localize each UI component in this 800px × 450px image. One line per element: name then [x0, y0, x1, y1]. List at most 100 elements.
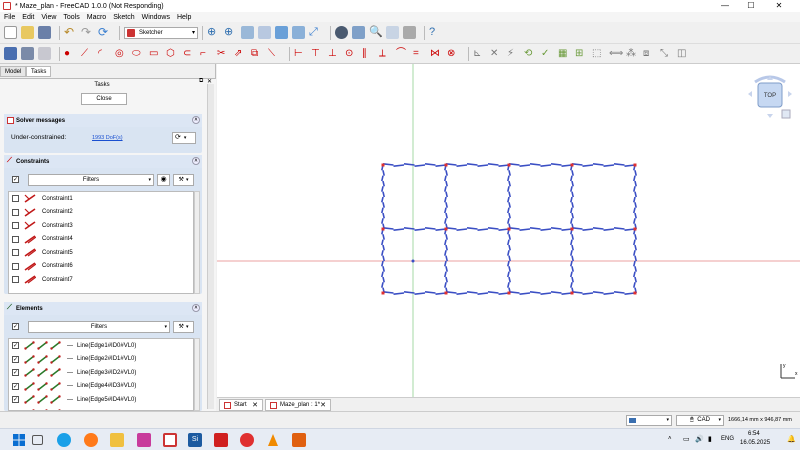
edge-icon[interactable]	[24, 382, 35, 391]
menu-help[interactable]: Help	[177, 14, 191, 21]
maze-segment[interactable]	[508, 191, 511, 198]
constraint-checkbox[interactable]	[12, 276, 19, 284]
maze-segment[interactable]	[634, 234, 637, 240]
maze-segment[interactable]	[633, 260, 636, 267]
menu-tools[interactable]: Tools	[63, 14, 79, 21]
equal-constraint-icon[interactable]: =	[413, 47, 426, 60]
constraint-point[interactable]	[507, 227, 511, 231]
solver-messages-header[interactable]: Solver messages ˄	[4, 114, 202, 127]
menu-macro[interactable]: Macro	[87, 14, 106, 21]
dof-link[interactable]: 1993 DoF(s)	[92, 135, 123, 141]
conic-icon[interactable]: ⬭	[132, 47, 145, 60]
constraint-checkbox[interactable]	[12, 195, 19, 203]
maze-segment[interactable]	[633, 207, 636, 214]
constraint-point[interactable]	[381, 227, 385, 231]
start-point-icon[interactable]	[37, 395, 48, 404]
redo-icon[interactable]: ↷	[81, 26, 94, 39]
constraint-point[interactable]	[507, 163, 511, 167]
block-constraint-icon[interactable]: ⊗	[447, 47, 460, 60]
maze-segment[interactable]	[603, 292, 615, 295]
save-icon[interactable]	[38, 26, 51, 39]
maze-segment[interactable]	[477, 292, 489, 295]
panel-scrollbar[interactable]	[207, 84, 214, 409]
maze-segment[interactable]	[435, 292, 447, 295]
maze-segment[interactable]	[519, 164, 531, 167]
maze-segment[interactable]	[613, 291, 625, 294]
constraint-point[interactable]	[633, 291, 637, 295]
show-hidden-icons[interactable]: ˄	[668, 436, 672, 442]
maze-segment[interactable]	[445, 244, 448, 251]
maze-segment[interactable]	[445, 255, 448, 262]
fit-all-icon[interactable]: ⊕	[207, 26, 220, 39]
maze-segment[interactable]	[456, 164, 468, 167]
maze-segment[interactable]	[382, 212, 385, 219]
battery-icon[interactable]: ▮	[708, 435, 712, 443]
maze-segment[interactable]	[424, 291, 436, 294]
start-point-icon[interactable]	[37, 341, 48, 350]
constraint-checkbox[interactable]	[12, 235, 19, 243]
refresh-solver-button[interactable]: ⟳ ▾	[172, 132, 196, 144]
maze-segment[interactable]	[507, 239, 510, 246]
maze-segment[interactable]	[508, 255, 511, 262]
maze-segment[interactable]	[540, 292, 552, 295]
maze-segment[interactable]	[507, 175, 510, 182]
edge-icon[interactable]	[24, 368, 35, 377]
maze-segment[interactable]	[381, 282, 384, 288]
maze-segment[interactable]	[529, 227, 541, 230]
element-row[interactable]: ✓ — Line(Edge1#ID0#VL0)	[9, 339, 193, 353]
maximize-button[interactable]: ☐	[740, 0, 762, 12]
maze-segment[interactable]	[444, 250, 447, 256]
start-point-icon[interactable]	[37, 355, 48, 364]
maze-segment[interactable]	[477, 228, 489, 231]
edge-icon[interactable]	[24, 395, 35, 404]
maze-segment[interactable]	[466, 291, 478, 294]
maze-segment[interactable]	[445, 191, 448, 198]
construction-mode-icon[interactable]: ⟍	[268, 47, 281, 60]
maze-segment[interactable]	[445, 202, 448, 208]
constraint-checkbox[interactable]	[12, 222, 19, 230]
maze-segment[interactable]	[570, 250, 573, 256]
select-axis-icon[interactable]: ✕	[490, 47, 503, 60]
maze-segment[interactable]	[381, 218, 384, 224]
element-settings-button[interactable]: ⚒ ▾	[173, 321, 194, 333]
stereo-icon[interactable]	[352, 26, 365, 39]
app-icon[interactable]	[137, 433, 151, 447]
maze-segment[interactable]	[570, 207, 573, 214]
maze-segment[interactable]	[445, 212, 448, 219]
maze-segment[interactable]	[382, 255, 385, 262]
close-button[interactable]: Close	[81, 93, 127, 105]
maze-segment[interactable]	[519, 228, 531, 231]
edge-browser-icon[interactable]	[57, 433, 71, 447]
sketch-canvas[interactable]	[217, 64, 800, 397]
element-row[interactable]: ✓ — Line(Edge3#ID2#VL0)	[9, 366, 193, 380]
maze-segment[interactable]	[561, 292, 573, 295]
tangent-constraint-icon[interactable]: ⌒	[396, 47, 409, 60]
refresh-icon[interactable]: ⟳	[98, 26, 111, 39]
maze-segment[interactable]	[570, 260, 573, 267]
file-explorer-icon[interactable]	[110, 433, 124, 447]
maze-segment[interactable]	[382, 276, 385, 283]
array-icon[interactable]: ⁂	[626, 47, 639, 60]
maze-segment[interactable]	[435, 164, 447, 167]
view-top-icon[interactable]	[275, 26, 288, 39]
circle-icon[interactable]: ◎	[115, 47, 128, 60]
parallel-constraint-icon[interactable]: ∥	[362, 47, 375, 60]
measure-icon[interactable]: ⤢	[309, 26, 322, 39]
constraint-checkbox[interactable]	[12, 249, 19, 257]
external-geometry-icon[interactable]: ⇗	[234, 47, 247, 60]
maze-segment[interactable]	[570, 282, 573, 288]
select-all-constraints-checkbox[interactable]: ✓	[12, 176, 19, 183]
scale-icon[interactable]: ⤡	[660, 47, 673, 60]
maze-segment[interactable]	[624, 228, 636, 231]
maze-segment[interactable]	[634, 266, 637, 272]
end-point-icon[interactable]	[50, 368, 61, 377]
maze-segment[interactable]	[487, 291, 499, 294]
constraint-point[interactable]	[444, 163, 448, 167]
maze-segment[interactable]	[466, 227, 478, 230]
maze-segment[interactable]	[444, 271, 447, 278]
maze-segment[interactable]	[477, 164, 489, 167]
maze-segment[interactable]	[466, 163, 478, 166]
maze-segment[interactable]	[561, 228, 573, 231]
polyline-icon[interactable]: ⟋	[81, 47, 94, 60]
view-section-icon[interactable]	[38, 47, 51, 60]
